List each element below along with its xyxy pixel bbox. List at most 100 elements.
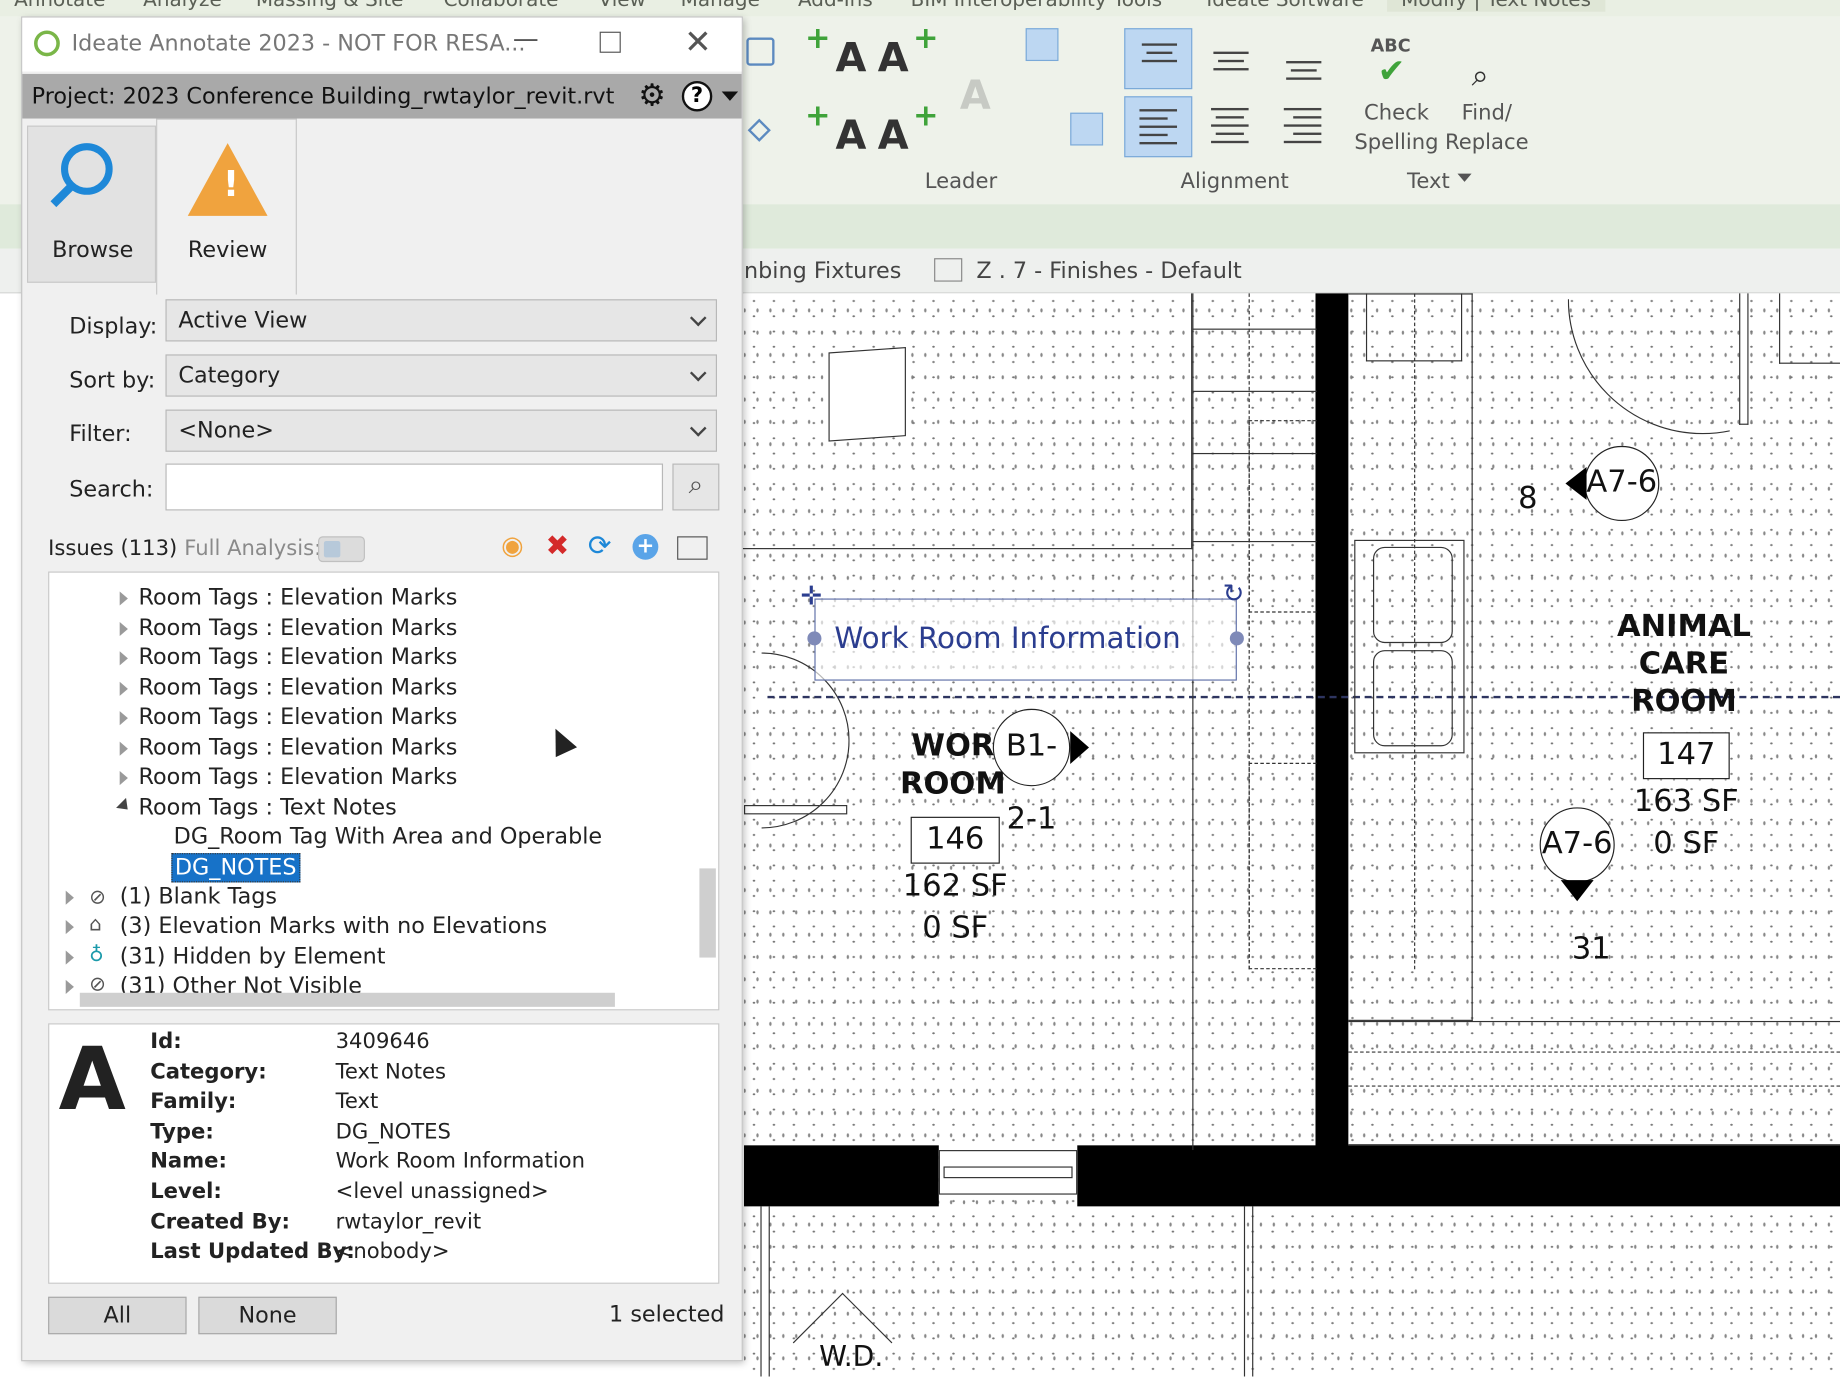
menu-tab-annotate[interactable]: Annotate <box>14 0 105 12</box>
ribbon-tool-icon[interactable] <box>747 118 771 142</box>
tree-row[interactable]: Room Tags : Elevation Marks <box>119 704 457 733</box>
text-note-selected[interactable]: Work Room Information <box>814 598 1237 681</box>
leader-attach-mid-left-button[interactable] <box>1026 70 1059 103</box>
align-top-button[interactable] <box>1124 28 1193 90</box>
room-number-146[interactable]: 146 <box>910 816 1000 864</box>
display-dropdown[interactable]: Active View <box>165 299 718 342</box>
align-center-button[interactable] <box>1197 96 1265 157</box>
tree-row[interactable]: Room Tags : Elevation Marks <box>119 764 457 793</box>
minimize-button[interactable]: — <box>513 25 539 54</box>
remove-leader-button[interactable]: A <box>960 73 991 120</box>
tree-vertical-scrollbar[interactable] <box>699 868 716 958</box>
gear-icon[interactable]: ⚙ <box>638 79 665 114</box>
fixture <box>828 346 906 442</box>
detail-key: Type: <box>150 1119 214 1145</box>
details-panel: A Id: 3409646 Category: Text Notes Famil… <box>48 1023 720 1284</box>
align-right-button[interactable] <box>1270 96 1338 157</box>
cabinet <box>1192 328 1317 392</box>
select-none-button[interactable]: None <box>198 1296 337 1335</box>
door-leaf <box>1739 293 1749 425</box>
leader-attach-top-left-button[interactable] <box>1025 28 1059 62</box>
maximize-button[interactable] <box>599 31 621 53</box>
checkmark-icon: ✔ <box>1377 51 1406 91</box>
refresh-icon[interactable]: ⟳ <box>588 529 612 562</box>
grip-handle[interactable] <box>807 631 822 646</box>
drawing-canvas[interactable]: W.D. Work Room Information ✛ ↻ WOR ROOM B… <box>741 293 1840 1377</box>
tree-horizontal-scrollbar[interactable] <box>79 992 615 1007</box>
menu-tab-massing[interactable]: Massing & Site <box>256 0 404 12</box>
tree-group-hidden[interactable]: ♁ (31) Hidden by Element <box>65 943 386 972</box>
menu-tab-addins[interactable]: Add-Ins <box>798 0 873 12</box>
filter-dropdown[interactable]: <None> <box>165 409 718 452</box>
menu-tab-analyze[interactable]: Analyze <box>143 0 222 12</box>
select-all-button[interactable]: All <box>48 1296 187 1335</box>
room-name-animal-care[interactable]: ANIMAL CARE ROOM <box>1608 608 1761 721</box>
view-tab-plumbing[interactable]: nbing Fixtures <box>744 258 901 284</box>
view-tab-finishes[interactable]: Z . 7 - Finishes - Default <box>976 258 1241 284</box>
full-analysis-toggle[interactable] <box>318 536 365 563</box>
tree-row-text-notes[interactable]: Room Tags : Text Notes <box>116 794 397 823</box>
grip-handle[interactable] <box>1229 631 1244 646</box>
text-note-icon: A <box>58 1029 126 1131</box>
search-label: Search: <box>69 476 154 503</box>
add-icon[interactable]: + <box>632 533 659 560</box>
menu-tab-ideate[interactable]: Ideate Software <box>1206 0 1363 12</box>
door-leaf <box>743 805 848 815</box>
panel-title: Ideate Annotate 2023 - NOT FOR RESA... <box>71 30 526 57</box>
leader-attach-bottom-right-button[interactable] <box>1070 112 1104 146</box>
ideate-annotate-panel: Ideate Annotate 2023 - NOT FOR RESA... —… <box>21 16 743 1362</box>
detail-family: Text <box>335 1089 379 1114</box>
detail-key: Family: <box>150 1089 237 1114</box>
chevron-down-icon[interactable] <box>721 91 739 101</box>
menu-tab-view[interactable]: View <box>598 0 645 12</box>
tab-review[interactable]: ! Review <box>156 118 297 295</box>
align-middle-button[interactable] <box>1197 28 1265 89</box>
menu-tab-manage[interactable]: Manage <box>681 0 760 12</box>
help-icon[interactable]: ? <box>681 80 713 112</box>
align-bottom-button[interactable] <box>1270 28 1338 89</box>
menu-tab-collaborate[interactable]: Collaborate <box>444 0 559 12</box>
sort-by-dropdown[interactable]: Category <box>165 354 718 397</box>
move-icon[interactable]: ✛ <box>800 582 822 611</box>
tree-row[interactable]: Room Tags : Elevation Marks <box>119 584 457 613</box>
project-name: Project: 2023 Conference Building_rwtayl… <box>31 83 615 110</box>
panel-tabs: Browse ! Review <box>22 118 741 295</box>
rotate-icon[interactable]: ↻ <box>1223 580 1245 609</box>
door-tag-label: W.D. <box>819 1340 884 1373</box>
menu-tab-bim[interactable]: BIM Interoperability Tools <box>911 0 1162 12</box>
elevation-tag-b[interactable]: B1-2-1 <box>992 708 1071 837</box>
leader-group-label: Leader <box>924 168 998 194</box>
tree-row[interactable]: Room Tags : Elevation Marks <box>119 675 457 704</box>
room-number-147[interactable]: 147 <box>1642 732 1730 780</box>
table-icon[interactable] <box>677 536 708 560</box>
leader-attach-top-right-button[interactable] <box>1070 28 1103 61</box>
tree-leaf[interactable]: DG_Room Tag With Area and Operable <box>174 824 602 853</box>
ribbon-tool-icon[interactable] <box>746 37 775 66</box>
tree-row[interactable]: Room Tags : Elevation Marks <box>119 615 457 644</box>
search-clear-binoculars-icon[interactable]: ⌕ <box>672 463 720 511</box>
detail-last-updated-by: <nobody> <box>335 1239 450 1264</box>
elevation-tag-a7[interactable]: A7-6 <box>1539 807 1615 883</box>
tree-row[interactable]: Room Tags : Elevation Marks <box>119 644 457 673</box>
leader-attach-bottom-left-button[interactable] <box>1026 113 1059 146</box>
detail-key: Id: <box>150 1029 182 1054</box>
close-button[interactable]: ✕ <box>684 22 712 61</box>
issues-tree[interactable]: Room Tags : Elevation Marks Room Tags : … <box>48 571 720 1011</box>
chevron-down-icon <box>689 309 707 327</box>
binoculars-icon: ⌕ <box>1471 58 1489 94</box>
align-left-button[interactable] <box>1124 96 1193 158</box>
search-input[interactable] <box>165 463 664 511</box>
sink-basin <box>1372 650 1453 747</box>
tab-browse[interactable]: Browse <box>26 125 157 283</box>
hide-issue-icon[interactable]: ◉ <box>501 532 524 561</box>
tree-leaf-selected[interactable]: DG_NOTES <box>171 853 301 883</box>
menu-tab-modify-text-notes[interactable]: Modify | Text Notes <box>1387 0 1606 12</box>
project-bar: Project: 2023 Conference Building_rwtayl… <box>22 73 742 119</box>
leader-attach-mid-right-button[interactable] <box>1070 70 1103 103</box>
tree-group-blank-tags[interactable]: ⊘ (1) Blank Tags <box>65 884 277 913</box>
delete-icon[interactable]: ✖ <box>546 529 570 562</box>
elevation-tag-a7-top[interactable]: A7-6 <box>1584 445 1660 522</box>
wall <box>1077 1145 1840 1207</box>
tree-row[interactable]: Room Tags : Elevation Marks <box>119 735 457 764</box>
tree-group-elevation-marks[interactable]: ⌂ (3) Elevation Marks with no Elevations <box>65 913 547 942</box>
